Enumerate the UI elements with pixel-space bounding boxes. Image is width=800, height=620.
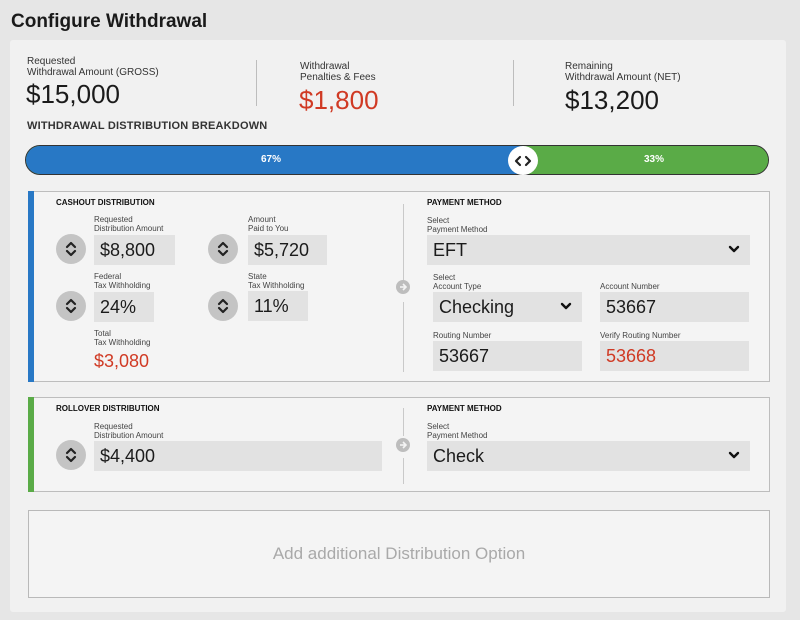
fees-label-line1: Withdrawal bbox=[300, 61, 350, 72]
account-number-field[interactable]: 53667 bbox=[600, 292, 749, 322]
federal-label-line2: Tax Withholding bbox=[94, 281, 151, 290]
net-amount-value: $13,200 bbox=[565, 85, 659, 115]
gross-label-line2: Withdrawal Amount (GROSS) bbox=[27, 67, 159, 78]
payment-method-label-line2: Payment Method bbox=[427, 225, 488, 234]
account-type-label-line2: Account Type bbox=[433, 282, 482, 291]
add-distribution-option-button[interactable]: Add additional Distribution Option bbox=[28, 510, 770, 598]
summary-divider bbox=[513, 60, 514, 106]
withdrawal-panel: Requested Withdrawal Amount (GROSS) $15,… bbox=[10, 40, 786, 612]
rollover-label-line1: Requested bbox=[94, 422, 133, 431]
card-divider bbox=[403, 408, 404, 436]
cashout-payment-title: PAYMENT METHOD bbox=[427, 198, 502, 207]
card-divider bbox=[403, 302, 404, 372]
net-label-line2: Withdrawal Amount (NET) bbox=[565, 72, 681, 83]
rollover-amount-field[interactable]: $4,400 bbox=[94, 441, 382, 471]
arrow-right-circle-icon bbox=[396, 280, 410, 294]
payment-method-label-line1: Select bbox=[427, 216, 450, 225]
state-label-line1: State bbox=[248, 272, 267, 281]
gross-label-line1: Requested bbox=[27, 56, 76, 67]
page-title: Configure Withdrawal bbox=[11, 11, 208, 32]
up-down-chevron-icon bbox=[65, 298, 77, 314]
card-divider bbox=[403, 204, 404, 282]
up-down-chevron-icon bbox=[65, 447, 77, 463]
chevron-down-icon bbox=[728, 451, 740, 459]
left-right-drag-icon bbox=[514, 155, 532, 166]
federal-tax-field[interactable]: 24% bbox=[94, 292, 154, 322]
cashout-percent-label: 67% bbox=[261, 154, 282, 165]
gross-amount-value: $15,000 bbox=[26, 79, 120, 109]
requested-amount-stepper[interactable] bbox=[56, 234, 86, 264]
cashout-title: CASHOUT DISTRIBUTION bbox=[56, 198, 155, 207]
cashout-distribution-card: CASHOUT DISTRIBUTION Requested Distribut… bbox=[28, 191, 770, 382]
account-type-select[interactable]: Checking bbox=[433, 292, 582, 322]
breakdown-heading: WITHDRAWAL DISTRIBUTION BREAKDOWN bbox=[27, 120, 268, 132]
state-label-line2: Tax Withholding bbox=[248, 281, 305, 290]
rollover-method-label-line1: Select bbox=[427, 422, 450, 431]
rollover-title: ROLLOVER DISTRIBUTION bbox=[56, 404, 160, 413]
summary-divider bbox=[256, 60, 257, 106]
paid-amount-stepper[interactable] bbox=[208, 234, 238, 264]
rollover-share-segment: 33% bbox=[523, 146, 768, 174]
federal-label-line1: Federal bbox=[94, 272, 122, 281]
rollover-amount-stepper[interactable] bbox=[56, 440, 86, 470]
requested-amount-field[interactable]: $8,800 bbox=[94, 235, 175, 265]
rollover-method-value: Check bbox=[433, 445, 485, 466]
requested-label-line1: Requested bbox=[94, 215, 133, 224]
cashout-payment-method-select[interactable]: EFT bbox=[427, 235, 750, 265]
rollover-payment-title: PAYMENT METHOD bbox=[427, 404, 502, 413]
rollover-percent-label: 33% bbox=[644, 154, 665, 165]
requested-label-line2: Distribution Amount bbox=[94, 224, 164, 233]
chevron-down-icon bbox=[560, 302, 572, 310]
federal-tax-stepper[interactable] bbox=[56, 291, 86, 321]
paid-amount-field[interactable]: $5,720 bbox=[248, 235, 327, 265]
routing-number-label: Routing Number bbox=[433, 331, 492, 340]
rollover-label-line2: Distribution Amount bbox=[94, 431, 164, 440]
paid-label-line2: Paid to You bbox=[248, 224, 289, 233]
fees-amount-value: $1,800 bbox=[299, 85, 379, 115]
verify-routing-field[interactable]: 53668 bbox=[600, 341, 749, 371]
cashout-share-segment: 67% bbox=[26, 146, 523, 174]
cashout-color-stripe bbox=[28, 191, 34, 382]
account-type-value: Checking bbox=[439, 296, 515, 317]
up-down-chevron-icon bbox=[217, 241, 229, 257]
payment-method-value: EFT bbox=[433, 239, 467, 260]
distribution-bar[interactable]: 67% 33% bbox=[25, 145, 769, 175]
fees-label-line2: Penalties & Fees bbox=[300, 72, 376, 83]
up-down-chevron-icon bbox=[217, 298, 229, 314]
chevron-down-icon bbox=[728, 245, 740, 253]
arrow-right-circle-icon bbox=[396, 438, 410, 452]
total-label-line1: Total bbox=[94, 329, 111, 338]
rollover-payment-method-select[interactable]: Check bbox=[427, 441, 750, 471]
rollover-method-label-line2: Payment Method bbox=[427, 431, 488, 440]
rollover-distribution-card: ROLLOVER DISTRIBUTION Requested Distribu… bbox=[28, 397, 770, 492]
state-tax-stepper[interactable] bbox=[208, 291, 238, 321]
account-type-label-line1: Select bbox=[433, 273, 456, 282]
account-number-label: Account Number bbox=[600, 282, 660, 291]
verify-routing-label: Verify Routing Number bbox=[600, 331, 681, 340]
up-down-chevron-icon bbox=[65, 241, 77, 257]
distribution-slider-handle[interactable] bbox=[508, 146, 538, 175]
total-tax-value: $3,080 bbox=[94, 351, 150, 371]
card-divider bbox=[403, 458, 404, 484]
state-tax-field[interactable]: 11% bbox=[248, 291, 308, 321]
routing-number-field[interactable]: 53667 bbox=[433, 341, 582, 371]
paid-label-line1: Amount bbox=[248, 215, 276, 224]
rollover-color-stripe bbox=[28, 397, 34, 492]
net-label-line1: Remaining bbox=[565, 61, 613, 72]
total-label-line2: Tax Withholding bbox=[94, 338, 151, 347]
